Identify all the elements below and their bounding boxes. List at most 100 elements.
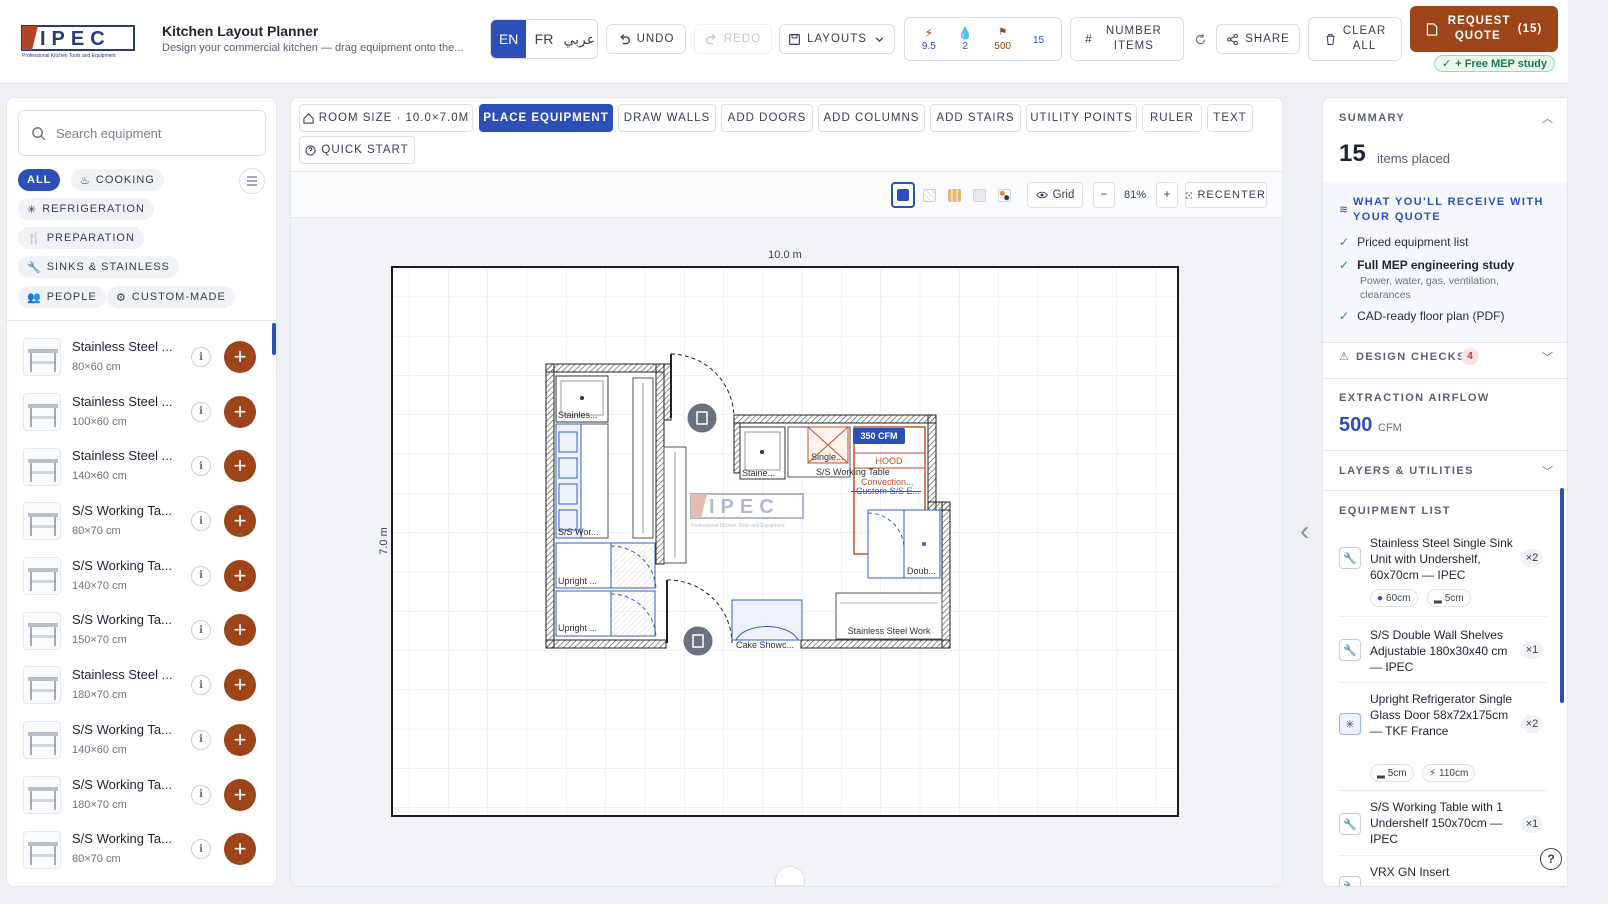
- clear-all-button[interactable]: CLEAR ALL: [1308, 17, 1402, 61]
- undo-button[interactable]: UNDO: [606, 24, 686, 54]
- info-icon[interactable]: i: [191, 401, 211, 422]
- door-marker-bottom[interactable]: [680, 623, 716, 659]
- equipment-item[interactable]: Stainless Steel ... 100×60 cm i +: [7, 385, 269, 440]
- equipment-item[interactable]: S/S Working Ta... 180×70 cm i +: [7, 768, 269, 823]
- category-custom-made[interactable]: ⚙ CUSTOM-MADE: [107, 286, 235, 308]
- equipment-sink-right[interactable]: Staine...: [739, 426, 786, 480]
- equipment-double-fridge[interactable]: Doub...: [867, 509, 941, 579]
- info-icon[interactable]: i: [191, 839, 211, 860]
- tool-add-stairs[interactable]: ADD STAIRS: [930, 104, 1021, 132]
- floor-plan-canvas[interactable]: 10.0 m 7.0 m Stainles... S/S Wor... Upri…: [291, 218, 1282, 886]
- category-preparation[interactable]: 🍴 PREPARATION: [18, 227, 144, 249]
- request-quote-button[interactable]: REQUEST QUOTE (15): [1410, 6, 1558, 52]
- refresh-icon: [1195, 33, 1205, 44]
- tool-text[interactable]: TEXT: [1207, 104, 1253, 132]
- tool-add-columns[interactable]: ADD COLUMNS: [818, 104, 925, 132]
- category-cooking[interactable]: ♨ COOKING: [71, 169, 164, 191]
- equipment-item[interactable]: S/S Working Ta... 150×70 cm i +: [7, 603, 269, 658]
- lang-fr[interactable]: FR: [526, 20, 561, 58]
- tool-utility-points[interactable]: UTILITY POINTS: [1026, 104, 1137, 132]
- info-icon[interactable]: i: [191, 511, 211, 532]
- view-mode-wood[interactable]: [943, 182, 965, 208]
- equipment-list-item[interactable]: ✳ Upright Refrigerator Single Glass Door…: [1339, 691, 1549, 787]
- tool-ruler[interactable]: RULER: [1142, 104, 1202, 132]
- equipment-item[interactable]: S/S Working Ta... 80×70 cm i +: [7, 494, 269, 549]
- equipment-upright-fridge-2[interactable]: Upright ...: [555, 590, 657, 639]
- info-icon[interactable]: i: [191, 347, 211, 367]
- add-equipment-button[interactable]: +: [224, 833, 256, 866]
- add-equipment-button[interactable]: +: [224, 669, 256, 702]
- chevron-down-icon[interactable]: ﹀: [1542, 463, 1553, 479]
- add-equipment-button[interactable]: +: [224, 505, 256, 538]
- recenter-button[interactable]: RECENTER: [1185, 182, 1267, 208]
- view-mode-pattern[interactable]: [918, 182, 940, 208]
- info-icon[interactable]: i: [191, 675, 211, 696]
- list-view-button[interactable]: [239, 168, 265, 194]
- quick-start-button[interactable]: QUICK START: [299, 136, 415, 164]
- layouts-dropdown[interactable]: LAYOUTS: [779, 24, 895, 54]
- add-equipment-button[interactable]: +: [224, 723, 256, 756]
- search-input[interactable]: [56, 125, 246, 141]
- info-icon[interactable]: i: [191, 565, 211, 586]
- info-icon[interactable]: i: [191, 729, 211, 750]
- redo-button[interactable]: REDO: [694, 24, 772, 54]
- svg-text:Staine...: Staine...: [742, 468, 775, 478]
- equipment-item[interactable]: Stainless Steel ... 180×70 cm i +: [7, 658, 269, 713]
- search-icon: [32, 126, 46, 140]
- add-equipment-button[interactable]: +: [224, 614, 256, 647]
- add-equipment-button[interactable]: +: [224, 778, 256, 811]
- equipment-list-item[interactable]: 🔧 Stainless Steel Single Sink Unit with …: [1339, 533, 1549, 613]
- layers-utilities-heading[interactable]: LAYERS & UTILITIES: [1339, 465, 1474, 477]
- equipment-ss-work-table[interactable]: Stainless Steel Work: [835, 592, 943, 640]
- design-checks-heading[interactable]: DESIGN CHECKS: [1356, 351, 1466, 363]
- category-all[interactable]: ALL: [18, 169, 61, 191]
- category-people[interactable]: 👥 PEOPLE: [18, 286, 106, 308]
- equipment-shelves-left[interactable]: S/S Wor...: [555, 423, 609, 539]
- room-size-button[interactable]: ROOM SIZE · 10.0×7.0M: [299, 104, 473, 132]
- zoom-out-button[interactable]: −: [1093, 182, 1115, 208]
- view-mode-plain[interactable]: [968, 182, 990, 208]
- lang-en[interactable]: EN: [491, 20, 527, 58]
- tool-place-equipment[interactable]: PLACE EQUIPMENT: [479, 104, 613, 132]
- help-button[interactable]: ?: [1540, 848, 1562, 870]
- equipment-item[interactable]: S/S Working Ta... 140×60 cm i +: [7, 713, 269, 768]
- grid-toggle[interactable]: Grid: [1027, 182, 1083, 208]
- equipment-item[interactable]: S/S Working Ta... 80×70 cm i +: [7, 822, 269, 877]
- chevron-up-icon[interactable]: ︿: [1542, 110, 1553, 126]
- share-button[interactable]: SHARE: [1216, 24, 1300, 54]
- equipment-item[interactable]: S/S Working Ta... 140×70 cm i +: [7, 549, 269, 604]
- tool-draw-walls[interactable]: DRAW WALLS: [618, 104, 716, 132]
- free-mep-badge: ✓ + Free MEP study: [1434, 55, 1556, 72]
- add-equipment-button[interactable]: +: [224, 559, 256, 592]
- summary-scrollbar[interactable]: [1560, 488, 1564, 703]
- equipment-cake-showcase[interactable]: Cake Showc...: [731, 599, 803, 650]
- view-mode-utilities[interactable]: [993, 182, 1015, 208]
- equipment-item[interactable]: Stainless Steel ... 140×60 cm i +: [7, 439, 269, 494]
- equipment-upright-fridge-1[interactable]: Upright ...: [555, 542, 657, 591]
- equipment-list-item[interactable]: 🔧 S/S Double Wall Shelves Adjustable 180…: [1339, 625, 1549, 677]
- category-refrigeration[interactable]: ✳ REFRIGERATION: [18, 198, 154, 220]
- chevron-down-icon[interactable]: ﹀: [1542, 349, 1553, 365]
- refresh-button[interactable]: [1190, 28, 1210, 50]
- tool-add-doors[interactable]: ADD DOORS: [721, 104, 813, 132]
- add-equipment-button[interactable]: +: [224, 395, 256, 428]
- info-icon[interactable]: i: [191, 784, 211, 805]
- list-scrollbar[interactable]: [272, 323, 276, 355]
- info-icon[interactable]: i: [191, 620, 211, 641]
- lang-ar[interactable]: عربي: [562, 20, 597, 58]
- view-mode-outline[interactable]: [891, 182, 915, 208]
- add-equipment-button[interactable]: +: [224, 450, 256, 483]
- equipment-sink-left[interactable]: Stainles...: [555, 375, 609, 423]
- equipment-list-item[interactable]: 🔧 S/S Working Table with 1 Undershelf 15…: [1339, 799, 1549, 851]
- door-marker-top[interactable]: [684, 400, 720, 436]
- equipment-size: 180×70 cm: [72, 798, 127, 811]
- svg-text:Custom S/S E...: Custom S/S E...: [856, 486, 920, 496]
- equipment-item[interactable]: Stainless Steel ... 80×60 cm i +: [7, 330, 269, 385]
- category-sinks-stainless[interactable]: 🔧 SINKS & STAINLESS: [18, 256, 179, 278]
- info-icon[interactable]: i: [191, 456, 211, 477]
- number-items-button[interactable]: # NUMBER ITEMS: [1070, 17, 1184, 61]
- zoom-in-button[interactable]: +: [1156, 182, 1178, 208]
- panel-collapse-chevron-icon[interactable]: ‹: [1300, 515, 1309, 547]
- equipment-list-item[interactable]: 🔧 VRX GN Insert: [1339, 864, 1549, 886]
- add-equipment-button[interactable]: +: [224, 341, 256, 373]
